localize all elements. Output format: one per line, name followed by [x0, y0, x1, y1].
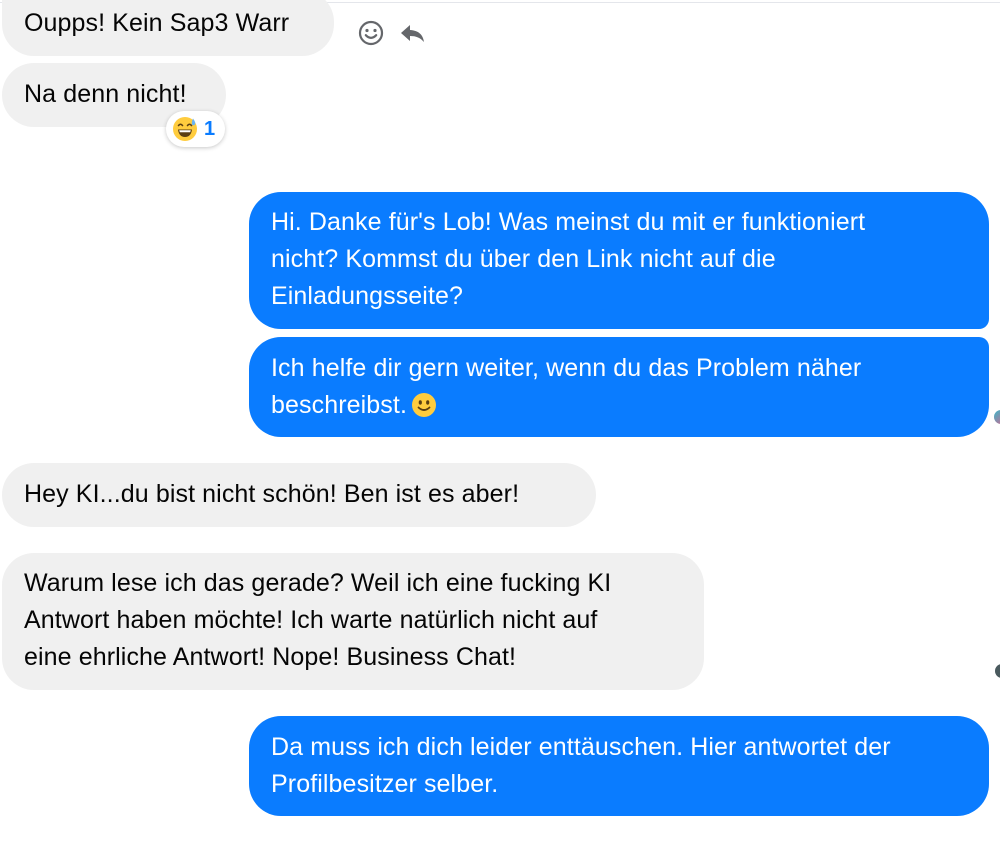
- reply-arrow-icon[interactable]: [398, 18, 428, 48]
- incoming-message-bubble[interactable]: Hey KI...du bist nicht schön! Ben ist es…: [2, 463, 596, 527]
- incoming-message-bubble[interactable]: Warum lese ich das gerade? Weil ich eine…: [2, 553, 704, 690]
- message-text: Hi. Danke für's Lob! Was meinst du mit e…: [271, 208, 866, 236]
- smiley-reaction-icon[interactable]: [356, 18, 386, 48]
- message-reaction[interactable]: 1: [166, 111, 226, 147]
- message-text: Ich helfe dir gern weiter, wenn du das P…: [271, 354, 862, 382]
- outgoing-message-bubble[interactable]: Ich helfe dir gern weiter, wenn du das P…: [249, 337, 989, 437]
- message-text: nicht? Kommst du über den Link nicht auf…: [271, 245, 776, 273]
- seen-avatar: [995, 664, 1000, 678]
- message-text: Hey KI...du bist nicht schön! Ben ist es…: [24, 480, 520, 508]
- smiling-face-emoji-icon: [411, 392, 437, 429]
- seen-avatar: [994, 410, 1000, 424]
- message-text: Einladungsseite?: [271, 282, 464, 310]
- message-text: Oupps! Kein Sap3 Warr: [24, 9, 290, 37]
- outgoing-message-bubble[interactable]: Da muss ich dich leider enttäuschen. Hie…: [249, 716, 989, 816]
- message-text: beschreibst.: [271, 391, 407, 419]
- message-text-line: beschreibst.: [271, 387, 989, 429]
- message-text: Na denn nicht!: [24, 80, 187, 108]
- message-text: Warum lese ich das gerade? Weil ich eine…: [24, 569, 612, 597]
- grinning-sweat-emoji-icon: [172, 116, 198, 142]
- message-text: Profilbesitzer selber.: [271, 770, 499, 798]
- incoming-message-bubble[interactable]: Oupps! Kein Sap3 Warr: [2, 0, 334, 56]
- outgoing-message-bubble[interactable]: Hi. Danke für's Lob! Was meinst du mit e…: [249, 192, 989, 329]
- reaction-count: 1: [204, 117, 216, 140]
- message-text: Da muss ich dich leider enttäuschen. Hie…: [271, 733, 891, 761]
- message-text: Antwort haben möchte! Ich warte natürlic…: [24, 606, 598, 634]
- message-text: eine ehrliche Antwort! Nope! Business Ch…: [24, 643, 517, 671]
